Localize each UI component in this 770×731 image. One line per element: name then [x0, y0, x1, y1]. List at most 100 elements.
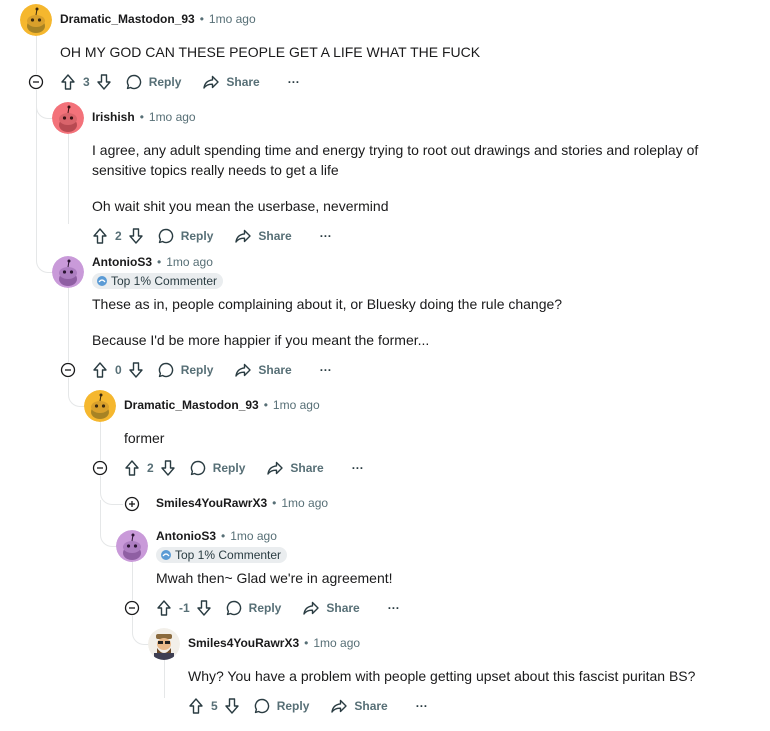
thread-line [36, 36, 37, 74]
comment-icon [156, 226, 176, 246]
thread-line [36, 90, 37, 256]
comment-paragraph: These as in, people complaining about it… [92, 296, 563, 312]
comment-body: I agree, any adult spending time and ene… [92, 140, 698, 216]
downvote-icon[interactable] [126, 360, 146, 380]
share-icon [201, 72, 221, 92]
avatar[interactable] [116, 530, 148, 562]
thread-line [164, 660, 165, 698]
downvote-icon[interactable] [194, 598, 214, 618]
avatar[interactable] [52, 102, 84, 134]
share-button[interactable]: Share [329, 696, 388, 716]
share-button[interactable]: Share [233, 226, 292, 246]
upvote-icon[interactable] [58, 72, 78, 92]
reply-button[interactable]: Reply [156, 226, 213, 246]
more-options-button[interactable]: ··· [320, 363, 332, 377]
author-name[interactable]: Dramatic_Mastodon_93 [60, 12, 195, 26]
reply-button[interactable]: Reply [252, 696, 309, 716]
vote-score: 5 [211, 699, 218, 713]
vote-score: -1 [179, 601, 190, 615]
avatar[interactable] [84, 390, 116, 422]
comment-actions: 2 Reply Share ··· [90, 224, 332, 248]
timestamp[interactable]: 1mo ago [149, 110, 196, 124]
collapse-thread-icon[interactable] [92, 460, 108, 476]
thread-elbow [36, 254, 53, 273]
reply-button[interactable]: Reply [188, 458, 245, 478]
reply-button[interactable]: Reply [156, 360, 213, 380]
timestamp[interactable]: 1mo ago [313, 636, 360, 650]
comment-paragraph: Mwah then~ Glad we're in agreement! [156, 570, 393, 586]
upvote-icon[interactable] [122, 458, 142, 478]
comment-icon [124, 72, 144, 92]
avatar[interactable] [20, 4, 52, 36]
reply-button[interactable]: Reply [124, 72, 181, 92]
vote-score: 2 [147, 461, 154, 475]
share-icon [265, 458, 285, 478]
downvote-icon[interactable] [126, 226, 146, 246]
more-options-button[interactable]: ··· [416, 699, 428, 713]
separator-dot: • [199, 12, 204, 26]
collapse-thread-icon[interactable] [28, 74, 44, 90]
author-name[interactable]: Smiles4YouRawrX3 [188, 636, 299, 650]
comment-paragraph: OH MY GOD CAN THESE PEOPLE GET A LIFE WH… [60, 44, 481, 60]
upvote-icon[interactable] [154, 598, 174, 618]
share-button[interactable]: Share [201, 72, 260, 92]
comment-actions: 3 Reply Share ··· [58, 70, 300, 94]
downvote-icon[interactable] [94, 72, 114, 92]
comment-meta: Irishish • 1mo ago [92, 110, 196, 124]
vote-score: 2 [115, 229, 122, 243]
author-name[interactable]: Dramatic_Mastodon_93 [124, 398, 259, 412]
avatar[interactable] [148, 628, 180, 660]
achievement-icon [96, 275, 108, 287]
author-name[interactable]: AntonioS3 [156, 529, 216, 543]
share-button[interactable]: Share [233, 360, 292, 380]
timestamp[interactable]: 1mo ago [166, 255, 213, 269]
comment-meta: Smiles4YouRawrX3 • 1mo ago [156, 496, 328, 510]
thread-line [132, 562, 133, 600]
timestamp[interactable]: 1mo ago [281, 496, 328, 510]
upvote-icon[interactable] [90, 360, 110, 380]
thread-elbow [68, 378, 85, 407]
thread-elbow [100, 476, 123, 505]
more-options-button[interactable]: ··· [352, 461, 364, 475]
comment-body: These as in, people complaining about it… [92, 294, 562, 350]
collapse-thread-icon[interactable] [60, 362, 76, 378]
thread-elbow [36, 100, 53, 119]
upvote-icon[interactable] [90, 226, 110, 246]
timestamp[interactable]: 1mo ago [273, 398, 320, 412]
thread-line [68, 288, 69, 362]
comment-paragraph: sensitive topics really needs to get a l… [92, 162, 339, 178]
more-options-button[interactable]: ··· [288, 75, 300, 89]
comment-body: OH MY GOD CAN THESE PEOPLE GET A LIFE WH… [60, 42, 480, 62]
share-icon [233, 226, 253, 246]
separator-dot: • [304, 636, 309, 650]
upvote-icon[interactable] [186, 696, 206, 716]
share-button[interactable]: Share [301, 598, 360, 618]
comment-meta: Dramatic_Mastodon_93 • 1mo ago [60, 12, 256, 26]
collapse-thread-icon[interactable] [124, 600, 140, 616]
downvote-icon[interactable] [158, 458, 178, 478]
top-commenter-badge: Top 1% Commenter [92, 273, 224, 289]
separator-dot: • [157, 255, 162, 269]
more-options-button[interactable]: ··· [320, 229, 332, 243]
comment-actions: -1 Reply Share ··· [154, 596, 400, 620]
share-button[interactable]: Share [265, 458, 324, 478]
expand-thread-icon[interactable] [124, 496, 140, 512]
author-name[interactable]: Irishish [92, 110, 135, 124]
separator-dot: • [221, 529, 226, 543]
comment-paragraph: Oh wait shit you mean the userbase, neve… [92, 198, 389, 214]
more-options-button[interactable]: ··· [388, 601, 400, 615]
comment-paragraph: Because I'd be more happier if you meant… [92, 332, 430, 348]
comment-body: former [124, 428, 164, 448]
vote-score: 3 [83, 75, 90, 89]
timestamp[interactable]: 1mo ago [209, 12, 256, 26]
comment-paragraph: I agree, any adult spending time and ene… [92, 142, 699, 158]
author-name[interactable]: Smiles4YouRawrX3 [156, 496, 267, 510]
share-icon [329, 696, 349, 716]
comment-body: Mwah then~ Glad we're in agreement! [156, 568, 393, 588]
downvote-icon[interactable] [222, 696, 242, 716]
avatar[interactable] [52, 256, 84, 288]
author-name[interactable]: AntonioS3 [92, 255, 152, 269]
reply-button[interactable]: Reply [224, 598, 281, 618]
timestamp[interactable]: 1mo ago [230, 529, 277, 543]
comment-actions: 5 Reply Share ··· [186, 694, 428, 718]
